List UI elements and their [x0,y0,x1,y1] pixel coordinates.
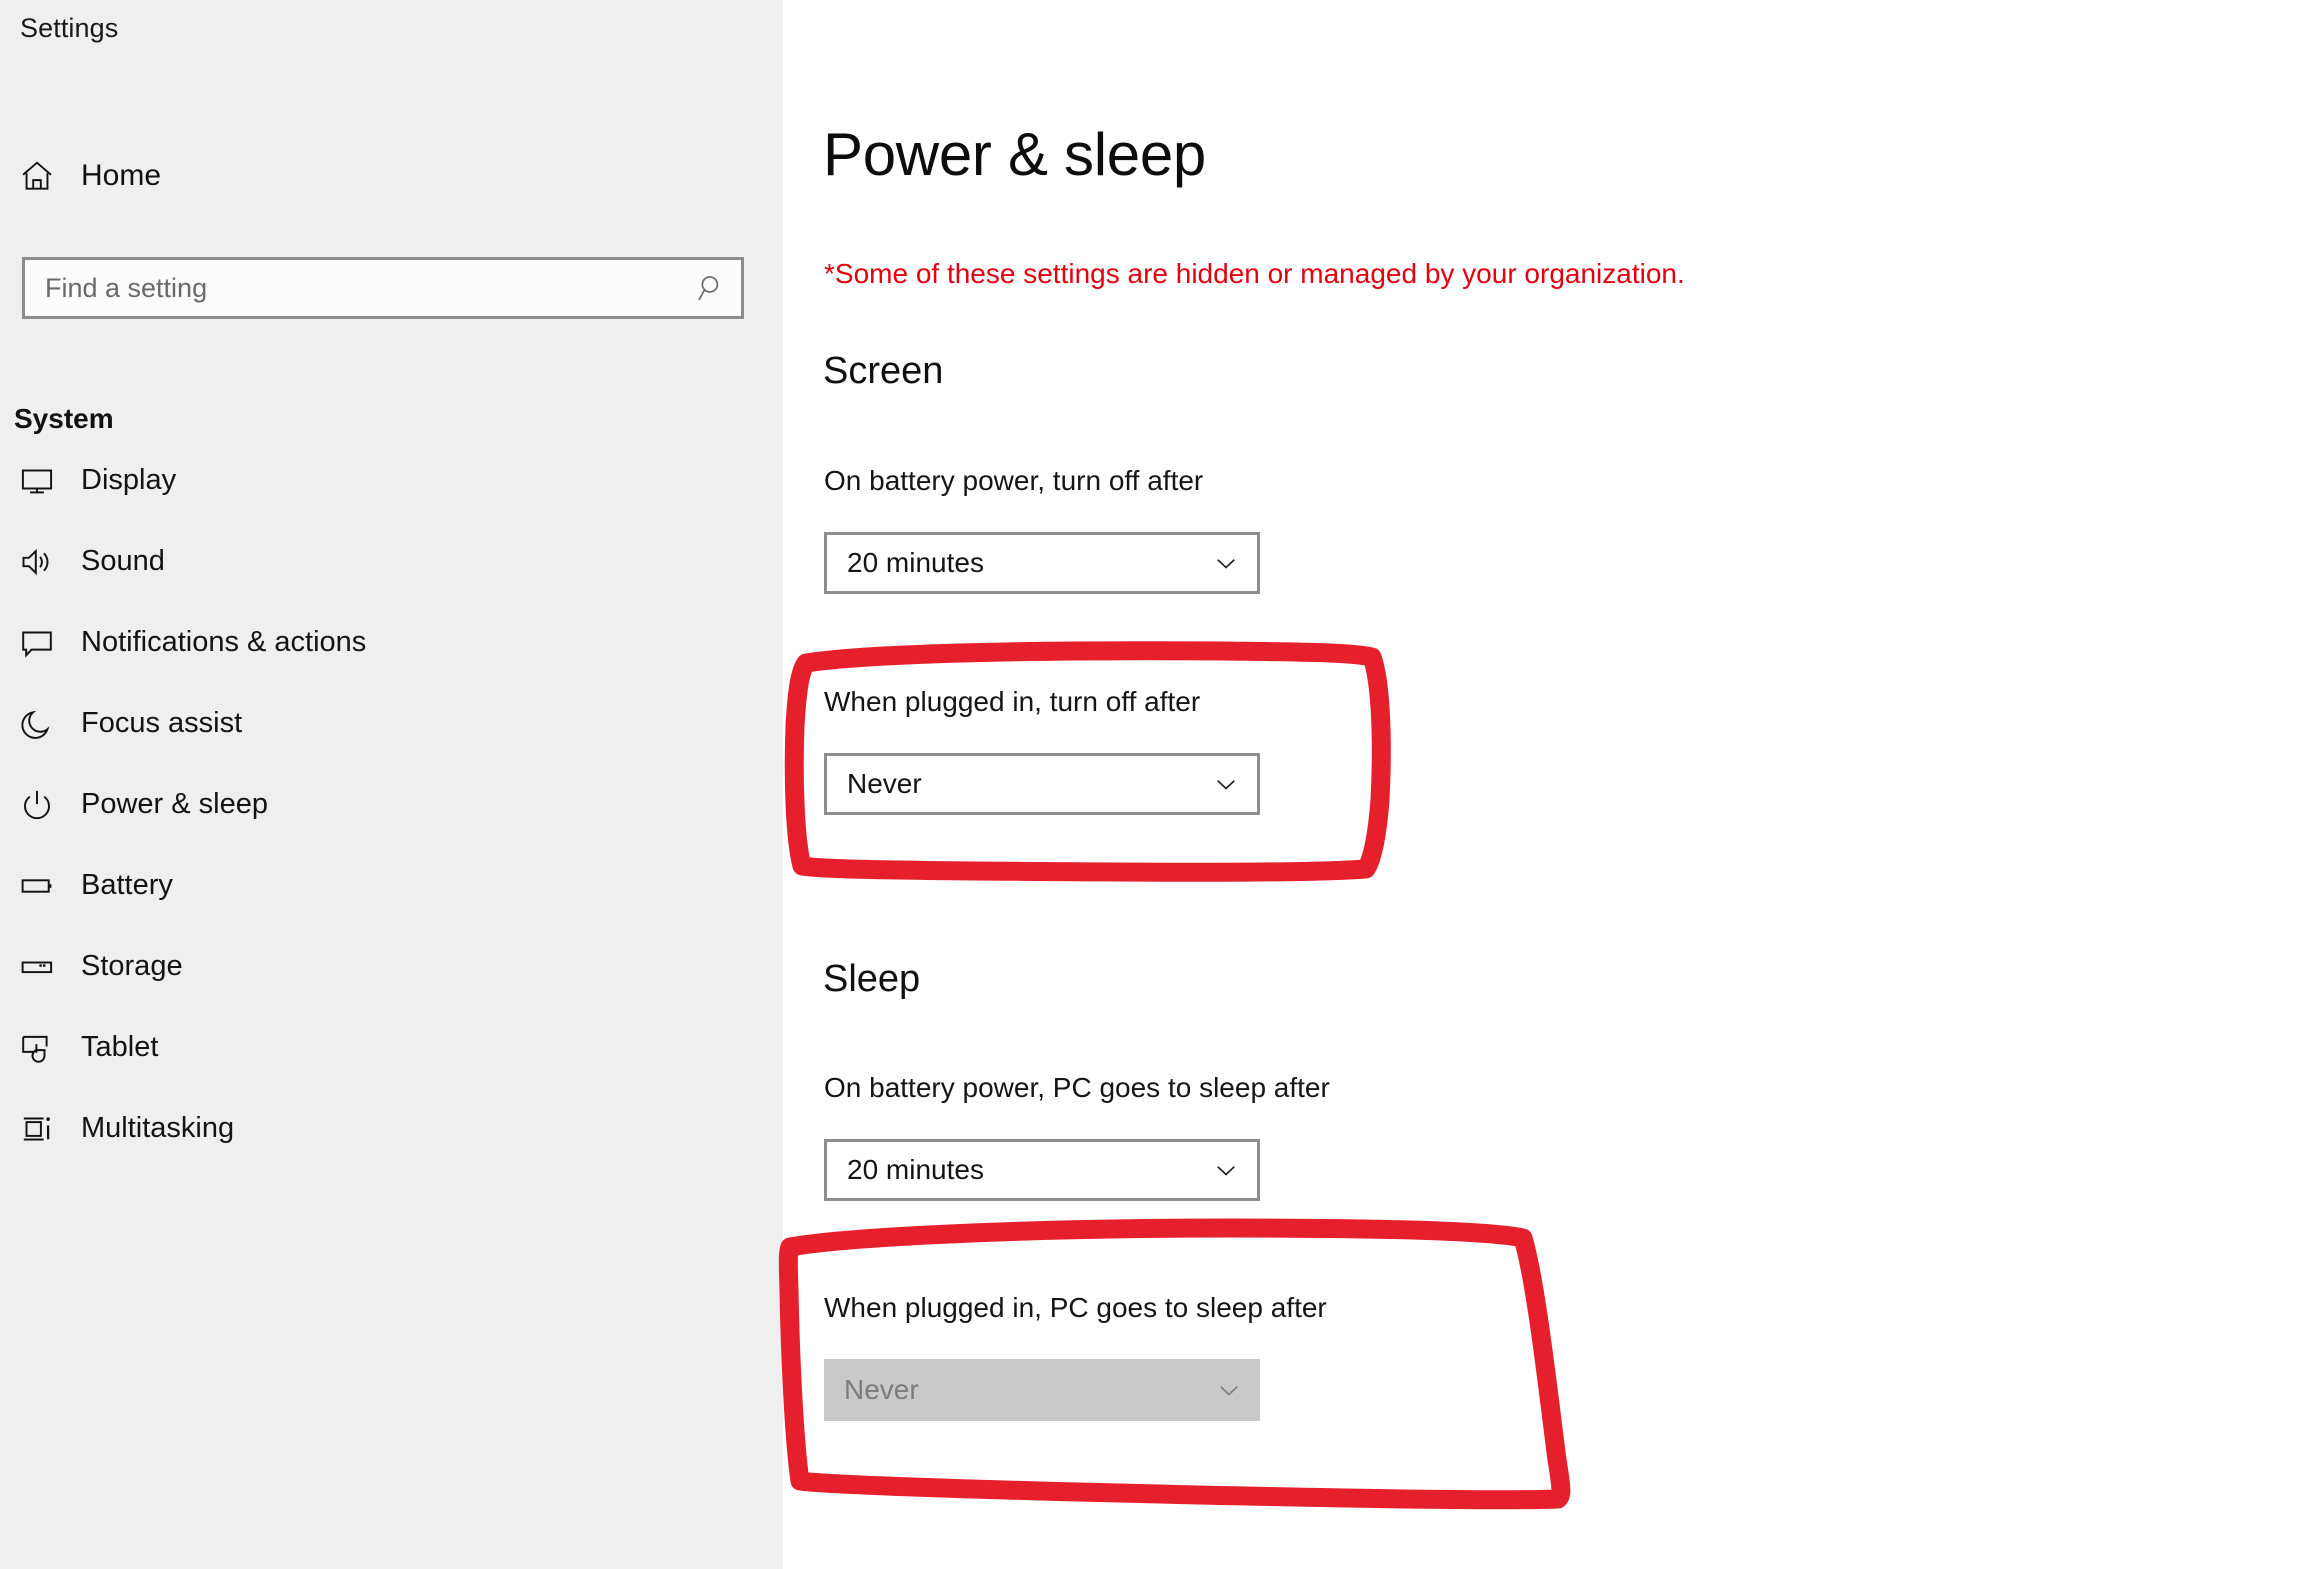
sidebar-section-header: System [14,403,114,434]
field-label-sleep-battery: On battery power, PC goes to sleep after [824,1072,1330,1103]
sidebar-item-sound[interactable]: Sound [0,521,783,602]
main-content: Power & sleep *Some of these settings ar… [783,0,2309,1569]
dropdown-screen-plugged[interactable]: Never [824,753,1260,815]
sidebar-item-tablet[interactable]: Tablet [0,1007,783,1088]
field-label-screen-battery: On battery power, turn off after [824,465,1204,496]
dropdown-screen-battery-value: 20 minutes [847,547,984,578]
group-heading-sleep: Sleep [823,958,921,1000]
group-heading-screen: Screen [823,350,944,392]
chat-bubble-icon [14,625,60,661]
sidebar-item-display-label: Display [81,464,177,496]
tablet-touch-icon [14,1030,60,1066]
field-label-sleep-plugged: When plugged in, PC goes to sleep after [824,1292,1327,1323]
moon-icon [14,706,60,742]
sidebar-item-display[interactable]: Display [0,440,783,521]
search-input[interactable]: Find a setting [22,257,744,319]
speaker-icon [14,544,60,580]
sidebar-item-focus-assist-label: Focus assist [81,707,243,739]
battery-icon [14,868,60,904]
sidebar-item-storage[interactable]: Storage [0,926,783,1007]
sidebar-item-power-sleep-label: Power & sleep [81,788,268,820]
dropdown-screen-battery[interactable]: 20 minutes [824,532,1260,594]
search-icon[interactable] [683,271,741,305]
organization-notice: *Some of these settings are hidden or ma… [824,258,1685,289]
sidebar-item-battery-label: Battery [81,869,173,901]
sidebar-nav-list: Display Sound Notifications & actions Fo… [0,440,783,1169]
sidebar-item-notifications[interactable]: Notifications & actions [0,602,783,683]
sidebar-item-focus-assist[interactable]: Focus assist [0,683,783,764]
sidebar-item-home[interactable]: Home [14,147,374,205]
sidebar-item-storage-label: Storage [81,950,183,982]
sidebar-item-tablet-label: Tablet [81,1031,159,1063]
dropdown-sleep-battery-value: 20 minutes [847,1154,984,1185]
home-icon [14,157,60,195]
power-icon [14,787,60,823]
monitor-icon [14,463,60,499]
page-title: Power & sleep [823,121,1206,188]
dropdown-screen-plugged-value: Never [847,768,922,799]
chevron-down-icon [1198,1375,1260,1405]
search-placeholder: Find a setting [45,272,208,303]
sidebar-item-sound-label: Sound [81,545,165,577]
chevron-down-icon [1195,548,1257,578]
chevron-down-icon [1195,1155,1257,1185]
sidebar-item-multitasking[interactable]: Multitasking [0,1088,783,1169]
app-title: Settings [20,13,119,43]
storage-icon [14,949,60,985]
dropdown-sleep-plugged: Never [824,1359,1260,1421]
sidebar-item-power-sleep[interactable]: Power & sleep [0,764,783,845]
chevron-down-icon [1195,769,1257,799]
sidebar-item-battery[interactable]: Battery [0,845,783,926]
dropdown-sleep-battery[interactable]: 20 minutes [824,1139,1260,1201]
sidebar-item-multitasking-label: Multitasking [81,1112,235,1144]
settings-sidebar: Settings Home Find a setting System Disp… [0,0,783,1569]
dropdown-sleep-plugged-value: Never [844,1374,919,1405]
sidebar-item-home-label: Home [81,159,162,192]
field-label-screen-plugged: When plugged in, turn off after [824,686,1201,717]
multitasking-icon [14,1111,60,1147]
sidebar-item-notifications-label: Notifications & actions [81,626,367,658]
